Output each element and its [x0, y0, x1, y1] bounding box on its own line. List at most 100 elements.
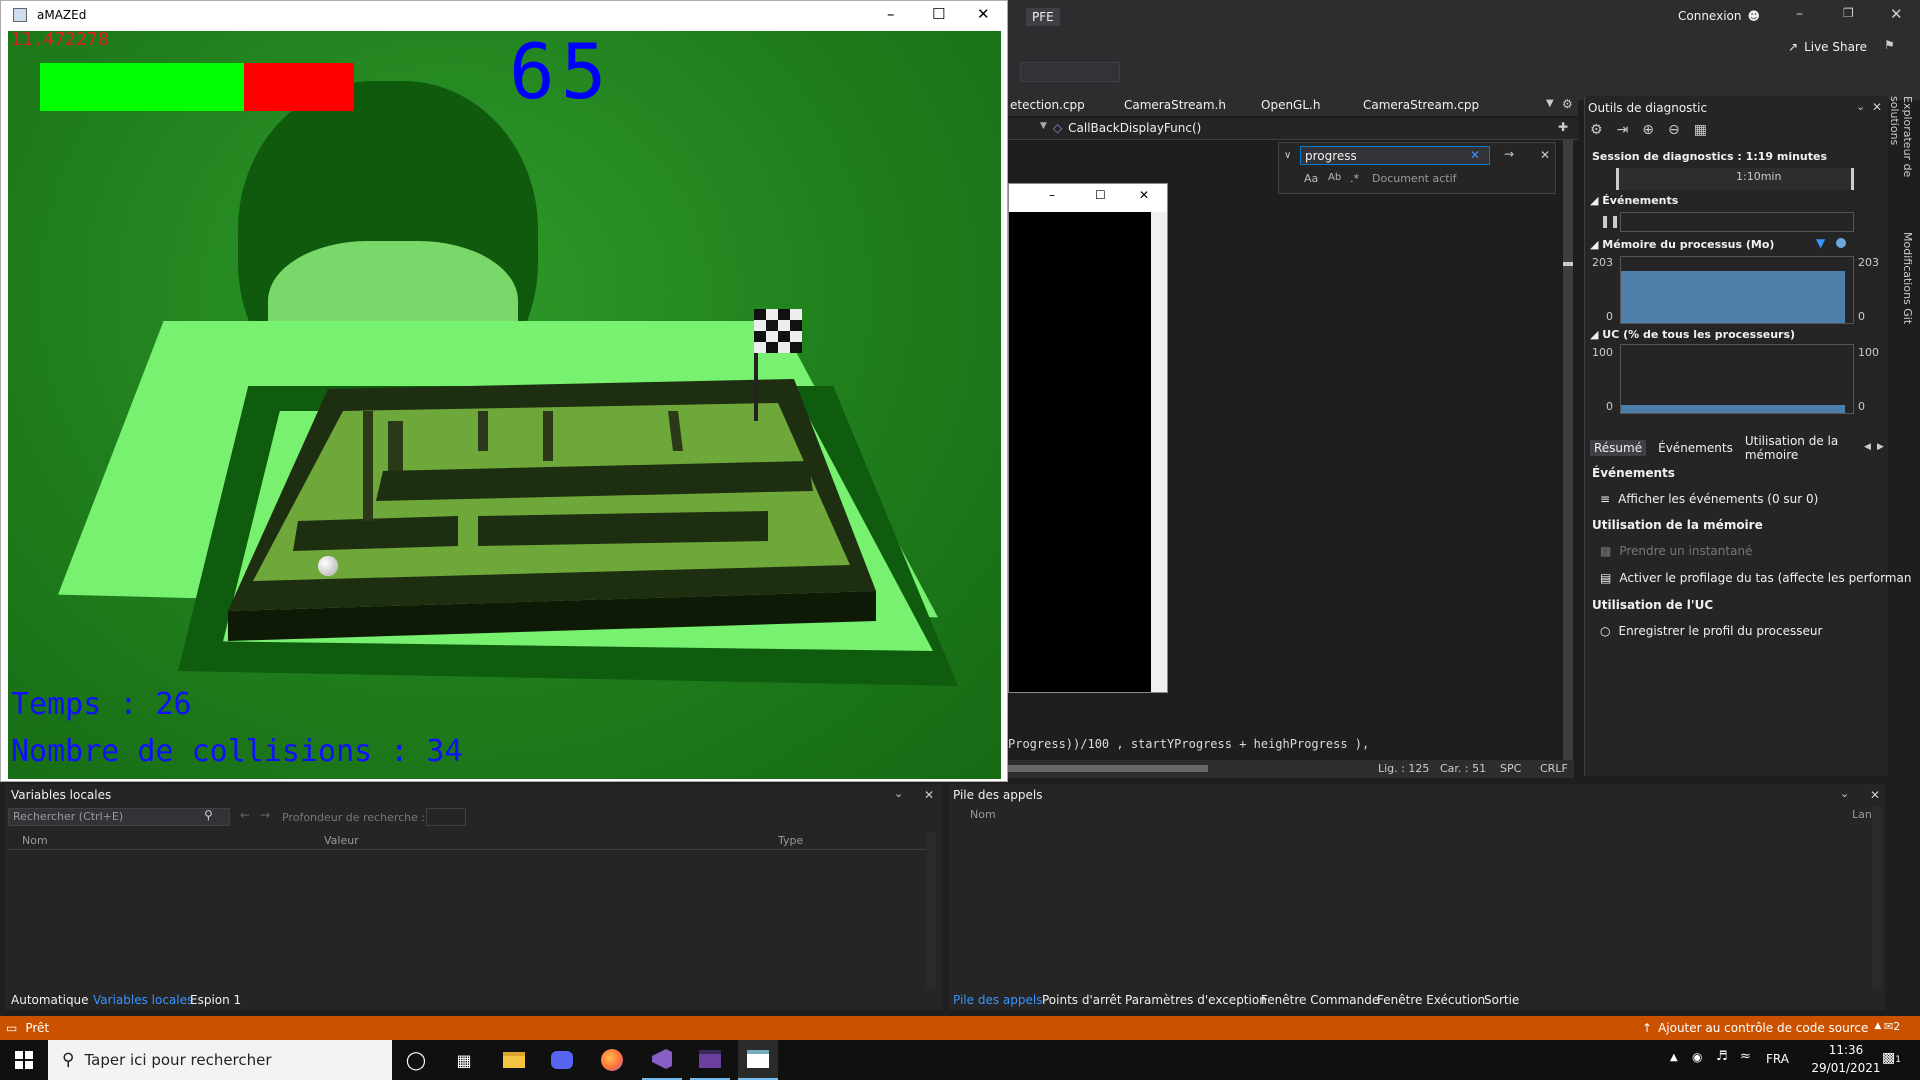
clear-search-icon[interactable]: ✕ — [1470, 148, 1480, 162]
console-close[interactable]: ✕ — [1139, 188, 1149, 202]
locals-scrollbar[interactable] — [926, 832, 936, 988]
restore-button-vs[interactable]: ❐ — [1843, 6, 1854, 20]
clock-date[interactable]: 29/01/2021 — [1806, 1061, 1886, 1075]
cpu-profile-button[interactable]: ○ Enregistrer le profil du processeur — [1600, 624, 1822, 638]
close-button-vs[interactable]: ✕ — [1890, 5, 1903, 23]
export-icon[interactable]: ⇥ — [1617, 122, 1629, 138]
zoom-out-icon[interactable]: ⊖ — [1668, 122, 1680, 138]
memory-graph[interactable] — [1620, 256, 1854, 324]
language-indicator[interactable]: FRA — [1766, 1052, 1789, 1066]
camera-view[interactable] — [8, 31, 1001, 779]
locals-pin-icon[interactable]: ⌄ — [894, 787, 903, 800]
taskbar-search[interactable]: ⚲ Taper ici pour rechercher — [48, 1040, 392, 1080]
events-header[interactable]: ◢ Événements — [1590, 194, 1678, 207]
visual-studio-icon[interactable] — [642, 1040, 682, 1080]
tab-opengl-h[interactable]: OpenGL.h — [1261, 98, 1320, 112]
back-arrow-icon[interactable]: ← — [240, 808, 250, 822]
tab-automatique[interactable]: Automatique — [11, 993, 89, 1007]
memory-header[interactable]: ◢ Mémoire du processus (Mo) — [1590, 238, 1774, 251]
close-find-icon[interactable]: ✕ — [1540, 148, 1550, 162]
tab-sortie[interactable]: Sortie — [1484, 993, 1519, 1007]
tab-list-dropdown[interactable]: ▼ — [1546, 98, 1554, 109]
console-scrollbar[interactable] — [1151, 212, 1167, 692]
show-events-link[interactable]: ≡ Afficher les événements (0 sur 0) — [1600, 492, 1818, 506]
regex-icon[interactable]: .* — [1350, 172, 1359, 185]
tab-points-arret[interactable]: Points d'arrêt — [1042, 993, 1122, 1007]
gear-icon[interactable]: ⚙ — [1590, 122, 1603, 138]
toolbar-dropdown[interactable] — [1020, 62, 1120, 82]
timeline-ruler[interactable] — [1616, 168, 1854, 190]
tab-resume[interactable]: Résumé — [1590, 440, 1647, 456]
heap-profiling-button[interactable]: ▤ Activer le profilage du tas (affecte le… — [1600, 571, 1911, 585]
tab-camerastream-h[interactable]: CameraStream.h — [1124, 98, 1226, 112]
console-window[interactable]: – ☐ ✕ — [1008, 183, 1168, 693]
diag-pin-icon[interactable]: ⌄ — [1856, 100, 1865, 113]
find-next-icon[interactable]: → — [1504, 147, 1514, 161]
h-scrollbar[interactable] — [1008, 765, 1208, 772]
callstack-scrollbar[interactable] — [1872, 806, 1882, 988]
action-center-icon[interactable]: ▩1 — [1882, 1050, 1901, 1066]
snapshot-button[interactable]: ▩ Prendre un instantané — [1600, 544, 1752, 558]
settings-icon[interactable]: ⚙ — [1562, 97, 1573, 111]
tab-detection[interactable]: etection.cpp — [1010, 98, 1085, 112]
tab-fenetre-commande[interactable]: Fenêtre Commande — [1261, 993, 1379, 1007]
signin-button[interactable]: Connexion ☻ — [1678, 9, 1760, 23]
tab-fenetre-execution[interactable]: Fenêtre Exécution — [1377, 993, 1485, 1007]
forward-arrow-icon[interactable]: → — [260, 808, 270, 822]
console-maximize[interactable]: ☐ — [1095, 188, 1106, 202]
minimize-button[interactable]: – — [887, 5, 895, 23]
split-icon[interactable]: ✚ — [1558, 120, 1568, 134]
tab-camerastream-cpp[interactable]: CameraStream.cpp — [1363, 98, 1479, 112]
whole-word-icon[interactable]: Ab — [1328, 172, 1341, 183]
zoom-in-icon[interactable]: ⊕ — [1642, 122, 1654, 138]
app-window-icon[interactable] — [738, 1040, 778, 1080]
find-input[interactable]: progress — [1300, 146, 1490, 165]
search-icon[interactable]: ⚲ — [204, 808, 213, 822]
firefox-icon[interactable] — [592, 1040, 632, 1080]
reset-zoom-icon[interactable]: ▦ — [1694, 122, 1707, 138]
game-window[interactable]: aMAZEd – ☐ ✕ 11.472278 65 Temps: 26 Nom… — [0, 0, 1008, 782]
side-tab-solution-explorer[interactable]: Explorateur de solutions — [1888, 96, 1914, 226]
search-scope[interactable]: Document actif — [1372, 172, 1457, 185]
function-dropdown[interactable]: ▼ ◇ CallBackDisplayFunc() — [1040, 121, 1201, 135]
discord-icon[interactable] — [542, 1040, 582, 1080]
tray-discord-icon[interactable]: ◉ — [1692, 1050, 1702, 1064]
tab-pile-des-appels[interactable]: Pile des appels — [953, 993, 1042, 1007]
file-explorer-icon[interactable] — [494, 1040, 534, 1080]
task-view-icon[interactable]: ▦ — [444, 1040, 484, 1080]
depth-dropdown[interactable] — [426, 808, 466, 826]
tab-variables-locales[interactable]: Variables locales — [93, 993, 193, 1007]
volume-icon[interactable]: ♬ — [1716, 1049, 1728, 1064]
match-case-icon[interactable]: Aa — [1304, 172, 1318, 185]
clock-time[interactable]: 11:36 — [1818, 1043, 1874, 1057]
tab-espion[interactable]: Espion 1 — [190, 993, 241, 1007]
tab-parametres-exception[interactable]: Paramètres d'exception — [1125, 993, 1267, 1007]
callstack-pin-icon[interactable]: ⌄ — [1840, 787, 1849, 800]
cortana-icon[interactable]: ◯ — [396, 1040, 436, 1080]
notifications-button[interactable]: ✉2 — [1884, 1020, 1900, 1033]
side-tab-git-changes[interactable]: Modifications Git — [1890, 232, 1914, 342]
tab-events[interactable]: Événements — [1658, 441, 1733, 455]
find-expand-icon[interactable]: ∨ — [1284, 150, 1291, 161]
minimize-button-vs[interactable]: – — [1796, 6, 1803, 22]
console-minimize[interactable]: – — [1049, 188, 1055, 202]
pause-icon[interactable]: ❚❚ — [1600, 214, 1620, 228]
feedback-icon[interactable]: ⚑ — [1884, 38, 1895, 52]
cpu-graph[interactable] — [1620, 344, 1854, 414]
maximize-button[interactable]: ☐ — [932, 5, 945, 23]
cpu-header[interactable]: ◢ UC (% de tous les processeurs) — [1590, 328, 1795, 341]
start-button[interactable] — [0, 1040, 48, 1080]
source-control-button[interactable]: ↑ Ajouter au contrôle de code source ▲ — [1642, 1021, 1881, 1035]
callstack-close-icon[interactable]: ✕ — [1870, 788, 1880, 802]
locals-close-icon[interactable]: ✕ — [924, 788, 934, 802]
locals-search-input[interactable]: Rechercher (Ctrl+E) — [8, 808, 230, 826]
tabs-scroll-right-icon[interactable]: ▶ — [1877, 442, 1884, 452]
tray-chevron-icon[interactable]: ▲ — [1670, 1052, 1678, 1063]
diag-close-icon[interactable]: ✕ — [1872, 100, 1882, 114]
wifi-icon[interactable]: ≈ — [1740, 1049, 1751, 1064]
close-button[interactable]: ✕ — [977, 5, 990, 23]
live-share-button[interactable]: ↗ Live Share — [1788, 40, 1867, 54]
terminal-icon[interactable] — [690, 1040, 730, 1080]
tabs-scroll-left-icon[interactable]: ◀ — [1864, 442, 1871, 452]
editor-scrollbar[interactable] — [1563, 140, 1573, 760]
